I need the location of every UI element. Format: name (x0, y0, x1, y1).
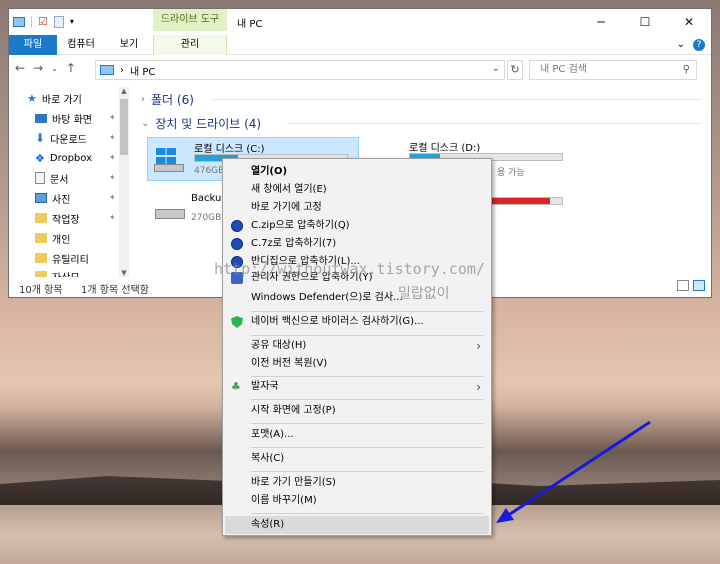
arrow-shaft (503, 420, 651, 520)
arrow-head (496, 508, 514, 523)
annotation-arrow (496, 420, 651, 523)
